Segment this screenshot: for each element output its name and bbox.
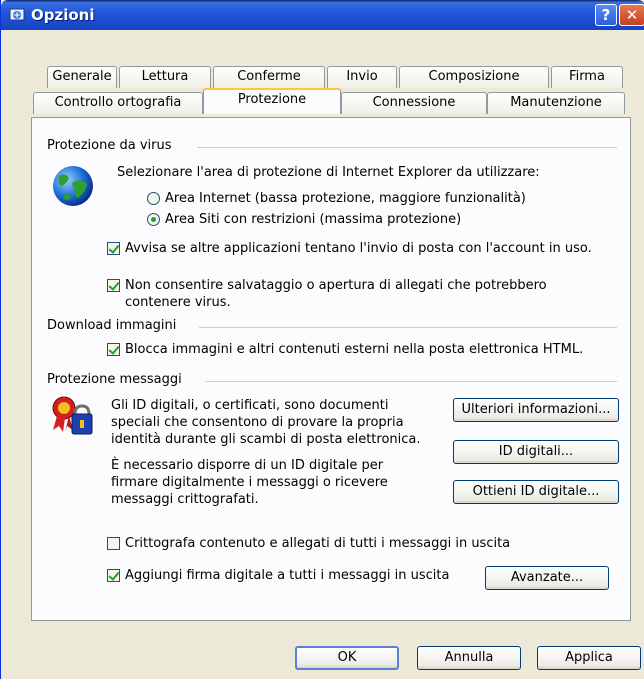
block-attachments-label-line1[interactable]: Non consentire salvataggio o apertura di…	[125, 277, 547, 294]
help-button[interactable]: ?	[595, 4, 617, 26]
radio-restricted-label[interactable]: Area Siti con restrizioni (massima prote…	[165, 211, 461, 228]
group-virus-label: Protezione da virus	[47, 138, 172, 153]
block-attachments-checkbox[interactable]	[107, 279, 120, 292]
window-icon	[9, 8, 25, 21]
group-virus-divider	[197, 147, 617, 148]
ok-button[interactable]: OK	[295, 646, 399, 670]
tab-manutenzione[interactable]: Manutenzione	[487, 92, 625, 114]
digital-id-desc-line2: speciali che consentono di provare la pr…	[111, 415, 404, 430]
tab-firma[interactable]: Firma	[551, 66, 623, 88]
encrypt-label[interactable]: Crittografa contenuto e allegati di tutt…	[125, 535, 510, 552]
digital-id-need-line1: È necessario disporre di un ID digitale …	[111, 458, 384, 473]
group-secure-label: Protezione messaggi	[47, 372, 182, 387]
tab-controllo-ortografia[interactable]: Controllo ortografia	[33, 92, 203, 114]
more-info-button[interactable]: Ulteriori informazioni...	[453, 398, 619, 422]
globe-icon	[53, 166, 93, 206]
tab-row-back: Generale Lettura Conferme Invio Composiz…	[31, 66, 631, 88]
warn-send-checkbox[interactable]	[107, 242, 120, 255]
tab-lettura[interactable]: Lettura	[119, 66, 211, 88]
zone-prompt: Selezionare l'area di protezione di Inte…	[117, 165, 540, 180]
radio-internet-zone[interactable]	[147, 192, 160, 205]
apply-button[interactable]: Applica	[537, 646, 641, 670]
sign-label[interactable]: Aggiungi firma digitale a tutti i messag…	[125, 567, 449, 584]
title-bar[interactable]: Opzioni ? ✕	[1, 0, 644, 30]
cancel-button[interactable]: Annulla	[417, 646, 521, 670]
sign-checkbox[interactable]	[107, 569, 120, 582]
group-secure-divider	[205, 381, 617, 382]
close-button[interactable]: ✕	[619, 4, 644, 26]
warn-send-label[interactable]: Avvisa se altre applicazioni tentano l'i…	[125, 240, 592, 257]
block-attachments-label-line2[interactable]: contenere virus.	[125, 294, 231, 311]
radio-internet-label[interactable]: Area Internet (bassa protezione, maggior…	[165, 190, 526, 207]
certificate-lock-icon	[52, 396, 93, 435]
tab-protezione[interactable]: Protezione	[203, 88, 341, 114]
tab-generale[interactable]: Generale	[47, 66, 117, 88]
tab-conferme[interactable]: Conferme	[213, 66, 325, 88]
digital-id-need-line2: firmare digitalmente i messaggi o riceve…	[111, 475, 388, 490]
block-images-checkbox[interactable]	[107, 343, 120, 356]
digital-ids-button[interactable]: ID digitali...	[453, 440, 619, 464]
group-images-label: Download immagini	[47, 318, 177, 333]
group-images-divider	[199, 327, 617, 328]
encrypt-checkbox[interactable]	[107, 537, 120, 550]
digital-id-desc-line1: Gli ID digitali, o certificati, sono doc…	[111, 398, 389, 413]
digital-id-desc-line3: identità durante gli scambi di posta ele…	[111, 432, 421, 447]
tab-row-front: Controllo ortografia Protezione Connessi…	[31, 88, 631, 114]
get-digital-id-button[interactable]: Ottieni ID digitale...	[453, 480, 619, 504]
tab-connessione[interactable]: Connessione	[341, 92, 487, 114]
window-title: Opzioni	[31, 6, 95, 24]
block-images-label[interactable]: Blocca immagini e altri contenuti estern…	[125, 341, 583, 358]
tab-invio[interactable]: Invio	[327, 66, 397, 88]
digital-id-need-line3: messaggi crittografati.	[111, 492, 259, 507]
advanced-button[interactable]: Avanzate...	[485, 566, 609, 590]
options-dialog: Opzioni ? ✕ Generale Lettura Conferme In…	[0, 0, 644, 679]
tab-composizione[interactable]: Composizione	[399, 66, 549, 88]
radio-restricted-zone[interactable]	[147, 213, 160, 226]
